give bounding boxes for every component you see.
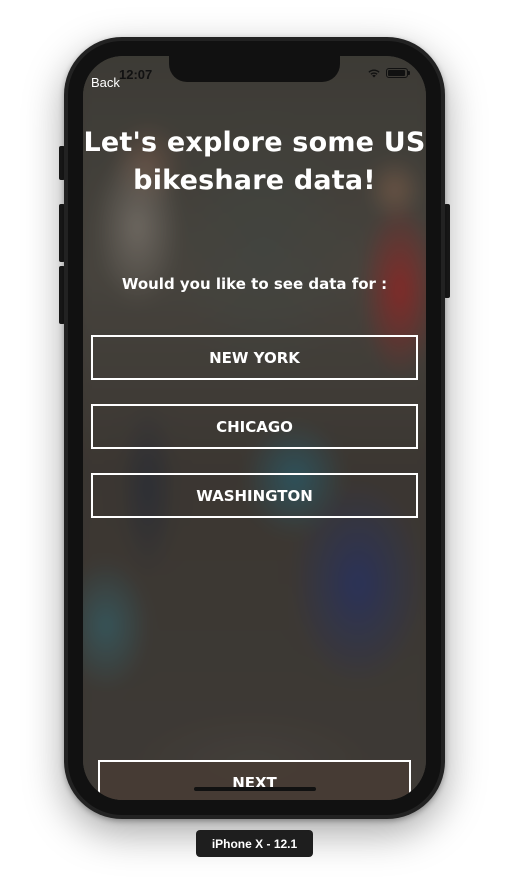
- new-york-button[interactable]: NEW YORK: [91, 335, 418, 380]
- page-title: Let's explore some US bikeshare data!: [83, 124, 426, 200]
- chicago-button[interactable]: CHICAGO: [91, 404, 418, 449]
- device-label: iPhone X - 12.1: [196, 830, 313, 857]
- phone-frame: 12:07 Back Let's explore some US bikesha…: [64, 37, 445, 819]
- home-indicator[interactable]: [194, 787, 316, 791]
- title-line-1: Let's explore some US: [83, 127, 426, 158]
- back-button[interactable]: Back: [91, 75, 120, 90]
- title-line-2: bikeshare data!: [133, 165, 376, 196]
- status-time: 12:07: [119, 67, 153, 82]
- next-button[interactable]: NEXT: [98, 760, 411, 800]
- battery-icon: [386, 68, 410, 78]
- status-icons: [367, 68, 410, 78]
- simulator-stage: 12:07 Back Let's explore some US bikesha…: [0, 0, 509, 893]
- wifi-icon: [367, 68, 381, 78]
- city-prompt: Would you like to see data for :: [121, 275, 388, 293]
- notch: [169, 56, 340, 82]
- washington-button[interactable]: WASHINGTON: [91, 473, 418, 518]
- app-screen: 12:07 Back Let's explore some US bikesha…: [83, 56, 426, 800]
- battery-level: [388, 70, 405, 76]
